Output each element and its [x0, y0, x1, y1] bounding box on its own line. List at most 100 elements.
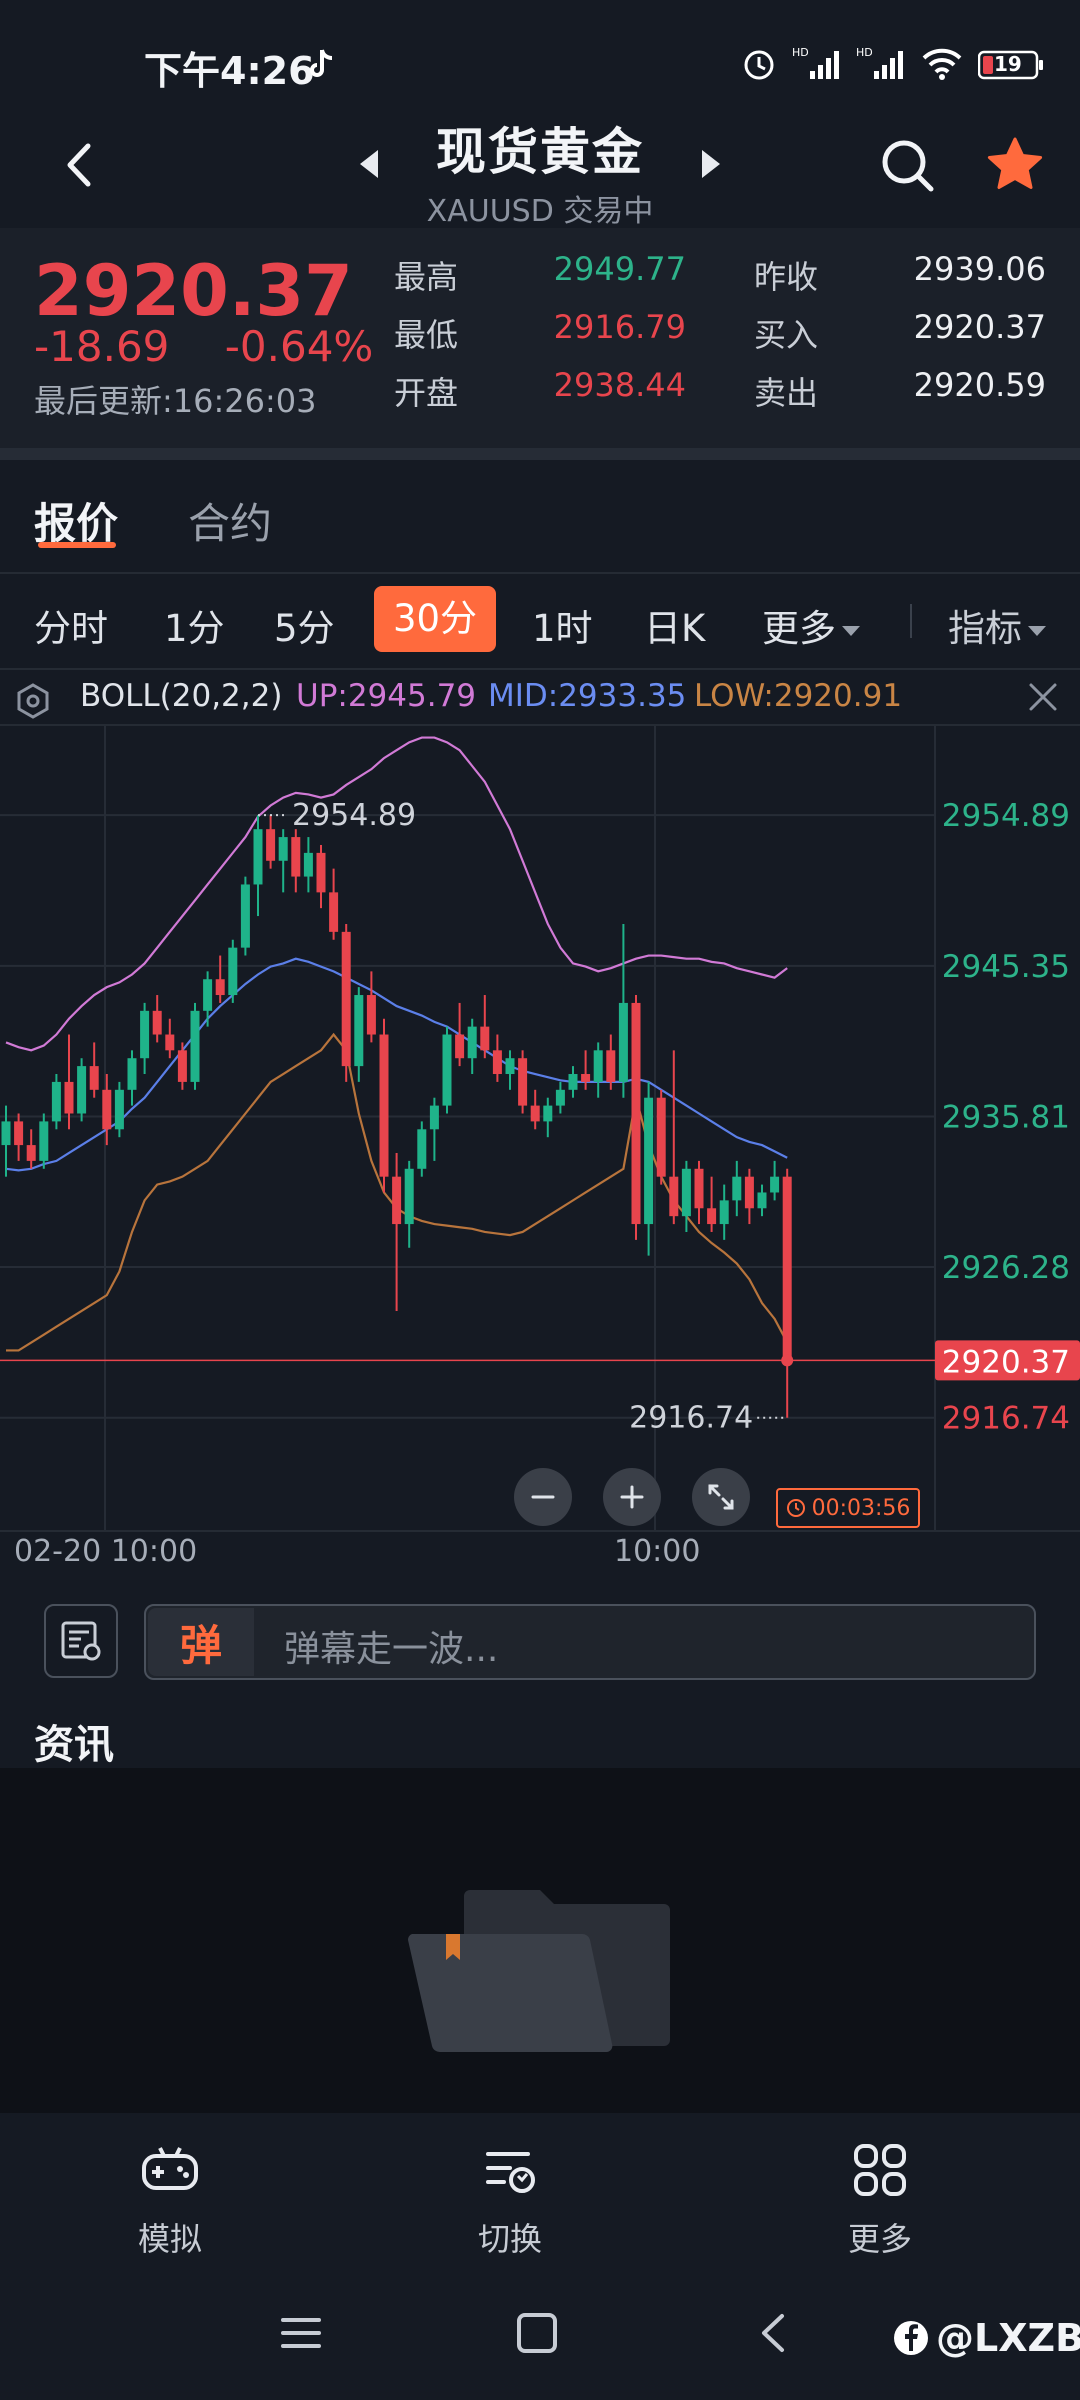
candle-body	[757, 1192, 767, 1209]
system-home-button[interactable]	[514, 2310, 560, 2360]
battery-level: 19	[994, 52, 1022, 76]
candle-body	[681, 1168, 691, 1217]
last-update: 最后更新:16:26:03	[34, 382, 317, 420]
nav-switch[interactable]: 切换	[410, 2138, 610, 2260]
candle-body	[329, 892, 339, 932]
candle-body	[190, 1010, 200, 1082]
switch-list-icon	[486, 2152, 535, 2193]
period-30min[interactable]: 30分	[374, 586, 496, 652]
danmu-input[interactable]	[144, 1604, 1036, 1680]
fullscreen-button[interactable]	[692, 1468, 750, 1526]
x-axis-label-mid: 10:00	[614, 1534, 701, 1569]
period-more[interactable]: 更多	[762, 598, 860, 652]
high-label: 最高	[394, 258, 459, 296]
candle-body	[770, 1176, 780, 1193]
tiktok-icon	[306, 48, 336, 82]
open-label: 开盘	[394, 374, 459, 412]
danmu-badge-icon: 弹	[179, 1620, 222, 1670]
watermark-text: @LXZB	[936, 2316, 1080, 2360]
nav-more[interactable]: 更多	[780, 2138, 980, 2260]
header-title-block: 现货黄金 XAUUSD 交易中	[340, 112, 740, 230]
period-1min[interactable]: 1分	[164, 598, 225, 652]
current-price-tag: 2920.37	[942, 1344, 1070, 1380]
prev-close-label: 昨收	[754, 258, 819, 296]
tab-active-indicator	[38, 542, 116, 548]
notes-button[interactable]	[44, 1604, 118, 1678]
candle-body	[694, 1168, 704, 1209]
candle-body	[429, 1105, 439, 1130]
clock-icon	[786, 1499, 805, 1517]
candle-body	[656, 1097, 666, 1177]
menu-icon	[281, 2318, 321, 2348]
page-title: 现货黄金	[436, 123, 644, 181]
close-icon	[1029, 683, 1057, 711]
candle-body	[417, 1129, 427, 1169]
boll-upper-line	[5, 736, 788, 1052]
candle-body	[392, 1176, 402, 1225]
min-annotation: 2916.74	[629, 1401, 753, 1436]
zoom-out-button[interactable]	[514, 1468, 572, 1526]
caret-down-icon	[842, 625, 860, 636]
indicator-menu[interactable]: 指标	[948, 598, 1046, 652]
caret-down-icon	[1028, 625, 1046, 636]
nav-simulate[interactable]: 模拟	[70, 2138, 270, 2260]
low-label: 最低	[394, 316, 459, 354]
system-menu-button[interactable]	[278, 2310, 324, 2360]
candle-body	[555, 1089, 565, 1106]
grid-icon	[854, 2144, 906, 2196]
danmu-toggle[interactable]: 弹	[148, 1608, 254, 1676]
candle-body	[379, 1034, 389, 1177]
candle-body	[127, 1058, 137, 1090]
period-1hour[interactable]: 1时	[532, 598, 593, 652]
tab-contract[interactable]: 合约	[188, 490, 272, 551]
boll-mid-line	[5, 957, 788, 1172]
period-5min[interactable]: 5分	[274, 598, 335, 652]
candle-body	[404, 1168, 414, 1225]
x-axis-label-start: 02-20 10:00	[14, 1534, 198, 1569]
candle-body	[240, 884, 250, 948]
prev-close-value: 2939.06	[913, 250, 1046, 288]
signal-icon: HD	[792, 45, 842, 85]
candle-body	[505, 1058, 515, 1075]
price-change: -18.69 -0.64%	[34, 322, 373, 371]
system-back-button[interactable]	[752, 2310, 798, 2360]
danmu-placeholder[interactable]: 弹幕走一波...	[284, 1620, 498, 1672]
candle-body	[719, 1200, 729, 1225]
wifi-icon	[920, 46, 964, 84]
next-symbol-button[interactable]	[702, 150, 720, 178]
candle-body	[492, 1050, 502, 1075]
y-axis-tick-label: 2926.28	[942, 1250, 1070, 1286]
back-button[interactable]	[58, 140, 98, 190]
star-icon	[987, 137, 1043, 189]
candle-body	[51, 1081, 61, 1122]
svg-text:HD: HD	[792, 46, 809, 59]
period-timeshare[interactable]: 分时	[34, 598, 108, 652]
candle-body	[39, 1121, 49, 1161]
candle-body	[732, 1176, 742, 1201]
favorite-button[interactable]	[986, 136, 1044, 194]
candlestick-chart[interactable]: 2920.37 2954.89 2945.35 2935.81 2926.28 2916.…	[0, 726, 1080, 1531]
candle-body	[253, 829, 263, 885]
period-daily[interactable]: 日K	[644, 598, 705, 652]
sell-value: 2920.59	[913, 366, 1046, 404]
candle-body	[593, 1050, 603, 1082]
nav-simulate-label: 模拟	[137, 2220, 202, 2258]
low-value: 2916.79	[553, 308, 686, 346]
price-change-pct: -0.64%	[224, 322, 374, 371]
zoom-in-button[interactable]	[603, 1468, 661, 1526]
close-indicator-button[interactable]	[1026, 680, 1060, 714]
candle-body	[631, 1002, 641, 1225]
indicator-up: UP:2945.79	[296, 678, 477, 714]
candle-body	[89, 1066, 99, 1090]
indicator-menu-label: 指标	[948, 607, 1022, 650]
nav-switch-label: 切换	[477, 2220, 542, 2258]
candle-body	[316, 852, 326, 893]
expand-icon	[708, 1484, 734, 1510]
y-axis-tick-label: 2954.89	[942, 798, 1070, 834]
candle-body	[278, 837, 288, 861]
current-price-dot	[781, 1354, 794, 1367]
indicator-settings-icon[interactable]	[14, 682, 52, 720]
search-button[interactable]	[880, 138, 936, 194]
candle-body	[140, 1010, 150, 1059]
divider	[0, 668, 1080, 670]
